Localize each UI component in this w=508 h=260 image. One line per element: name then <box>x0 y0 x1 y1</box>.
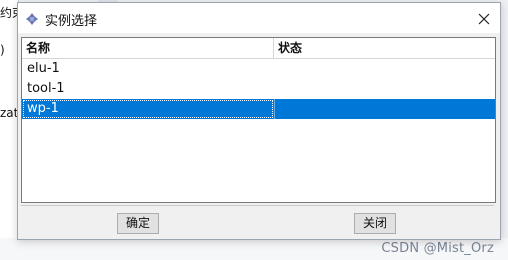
table-row[interactable]: elu-1 <box>22 59 495 79</box>
instance-select-dialog: 实例选择 名称 状态 elu-1 tool-1 wp-1 确定 关闭 <box>17 2 501 240</box>
axis-arrows-icon <box>25 11 39 25</box>
column-header-status[interactable]: 状态 <box>274 38 495 58</box>
instance-status-cell <box>274 79 495 99</box>
instance-status-cell <box>274 99 495 119</box>
close-button[interactable]: 关闭 <box>354 213 396 234</box>
column-header-name[interactable]: 名称 <box>22 38 274 58</box>
close-window-button[interactable] <box>474 9 494 29</box>
dialog-title: 实例选择 <box>45 14 98 29</box>
ok-button[interactable]: 确定 <box>117 213 159 234</box>
dialog-titlebar[interactable]: 实例选择 <box>18 3 500 33</box>
table-row[interactable]: tool-1 <box>22 79 495 99</box>
background-text-fragment: ) <box>0 43 5 57</box>
button-divider <box>21 205 494 206</box>
watermark: CSDN @Mist_Orz <box>381 241 494 256</box>
instance-status-cell <box>274 59 495 79</box>
instance-table[interactable]: 名称 状态 elu-1 tool-1 wp-1 <box>21 37 496 203</box>
close-icon <box>478 13 490 25</box>
instance-name-cell: wp-1 <box>22 99 274 119</box>
instance-name-cell: elu-1 <box>27 61 60 76</box>
instance-name-cell: tool-1 <box>27 81 65 96</box>
table-row-selected[interactable]: wp-1 <box>22 99 495 119</box>
background-text-fragment: zat <box>0 106 19 120</box>
table-header: 名称 状态 <box>22 38 495 59</box>
